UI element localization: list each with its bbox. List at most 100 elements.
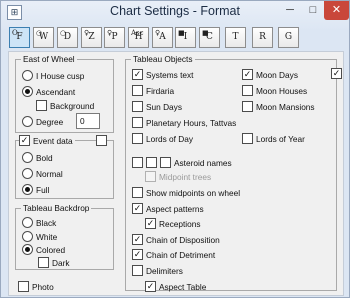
checkbox-icon[interactable] bbox=[242, 85, 253, 96]
checkbox-row[interactable]: Lords of Year bbox=[242, 133, 305, 146]
moon-days-extra-checkbox[interactable]: ✓ bbox=[331, 68, 342, 81]
checkbox-label: Aspect Table bbox=[159, 281, 207, 292]
c-icon[interactable]: C ■ bbox=[199, 27, 220, 48]
p-icon[interactable]: P ♀ bbox=[104, 27, 125, 48]
tableau-objects-title: Tableau Objects bbox=[131, 54, 195, 65]
asteroid-checkbox-1[interactable] bbox=[132, 157, 143, 168]
event-extra-checkbox[interactable] bbox=[96, 135, 107, 148]
radio-black[interactable]: Black bbox=[22, 217, 56, 230]
h-icon[interactable]: H Asc bbox=[128, 27, 149, 48]
radio-ascendant[interactable]: Ascendant bbox=[22, 86, 75, 99]
i-icon[interactable]: I ■ bbox=[175, 27, 196, 48]
checkbox-icon[interactable] bbox=[132, 133, 143, 144]
checkbox-label: Aspect patterns bbox=[146, 203, 204, 214]
checkbox-icon[interactable] bbox=[132, 85, 143, 96]
background-checkbox[interactable]: Background bbox=[36, 100, 94, 113]
radio-button-icon[interactable] bbox=[22, 152, 33, 163]
radio-label: Bold bbox=[36, 153, 53, 163]
checkbox-row[interactable]: Delimiters bbox=[132, 265, 183, 278]
checkbox-icon[interactable] bbox=[132, 117, 143, 128]
degree-input[interactable]: 0 bbox=[76, 113, 100, 129]
checkbox-row[interactable]: ✓ Moon Days bbox=[242, 69, 298, 82]
checkbox-row[interactable]: Moon Houses bbox=[242, 85, 307, 98]
checkbox-row[interactable]: Sun Days bbox=[132, 101, 182, 114]
radio-label: Black bbox=[36, 218, 57, 228]
minimize-button[interactable]: ─ bbox=[278, 1, 302, 20]
checkbox-icon[interactable] bbox=[242, 101, 253, 112]
checkbox-icon[interactable]: ✓ bbox=[132, 249, 143, 261]
radio-button-icon[interactable] bbox=[22, 70, 33, 81]
radio-button-icon[interactable] bbox=[22, 116, 33, 127]
toolbar-corner-mark: ○ bbox=[36, 29, 43, 37]
z-icon[interactable]: Z ♀ bbox=[81, 27, 102, 48]
checkbox-row[interactable]: ✓ Systems text bbox=[132, 69, 194, 82]
checkbox-icon[interactable]: ✓ bbox=[132, 202, 143, 214]
checkbox-icon[interactable] bbox=[36, 100, 47, 111]
radio-full[interactable]: Full bbox=[22, 184, 49, 197]
checkbox-icon[interactable]: ✓ bbox=[242, 69, 253, 80]
toolbar-corner-mark: ■ bbox=[202, 29, 209, 37]
checkbox-label: Moon Houses bbox=[256, 86, 308, 96]
checkbox-row[interactable]: Firdaria bbox=[132, 85, 174, 98]
checkbox-icon[interactable] bbox=[96, 135, 107, 146]
toolbar-corner-mark: ♀ bbox=[107, 29, 113, 37]
checkbox-icon[interactable]: ✓ bbox=[132, 69, 143, 80]
checkbox-row[interactable]: ✓ Aspect patterns bbox=[132, 202, 204, 216]
checkbox-icon[interactable]: ✓ bbox=[19, 135, 30, 146]
checkbox-label: Firdaria bbox=[146, 86, 175, 96]
radio-label: White bbox=[36, 232, 58, 242]
radio-bold[interactable]: Bold bbox=[22, 152, 53, 165]
close-button[interactable]: ✕ bbox=[324, 1, 349, 20]
checkbox-row[interactable]: Moon Mansions bbox=[242, 101, 315, 114]
checkbox-icon[interactable] bbox=[18, 281, 29, 292]
checkbox-icon[interactable] bbox=[132, 265, 143, 276]
photo-checkbox[interactable]: Photo bbox=[18, 281, 54, 294]
radio-white[interactable]: White bbox=[22, 231, 57, 244]
checkbox-row[interactable]: ✓ Aspect Table bbox=[145, 280, 207, 294]
checkbox-row[interactable]: Lords of Day bbox=[132, 133, 193, 146]
radio-button-icon[interactable] bbox=[22, 244, 33, 255]
checkbox-row[interactable]: Show midpoints on wheel bbox=[132, 187, 240, 200]
checkbox-label: Show midpoints on wheel bbox=[146, 188, 241, 198]
t-icon[interactable]: T bbox=[225, 27, 246, 48]
radio-i-house-cusp[interactable]: I House cusp bbox=[22, 70, 84, 83]
asteroid-checkbox-2[interactable] bbox=[146, 157, 157, 168]
radio-button-icon[interactable] bbox=[22, 168, 33, 179]
radio-button-icon[interactable] bbox=[22, 217, 33, 228]
title-bar[interactable]: ⊞ Chart Settings - Format ─ □ ✕ bbox=[1, 1, 349, 25]
radio-label: Full bbox=[36, 185, 50, 195]
r-icon[interactable]: R bbox=[252, 27, 273, 48]
checkbox-row[interactable]: ✓ Chain of Disposition bbox=[132, 233, 220, 247]
radio-normal[interactable]: Normal bbox=[22, 168, 63, 181]
checkbox-row[interactable]: ✓ Receptions bbox=[145, 218, 201, 231]
radio-button-icon[interactable] bbox=[22, 184, 33, 195]
radio-colored[interactable]: Colored bbox=[22, 244, 65, 257]
radio-degree[interactable]: Degree bbox=[22, 116, 63, 129]
checkbox-icon[interactable] bbox=[38, 257, 49, 268]
format-icon[interactable]: FO bbox=[9, 27, 30, 48]
checkbox-icon[interactable] bbox=[242, 133, 253, 144]
checkbox-label: Receptions bbox=[159, 219, 201, 230]
asteroid-checkbox-3[interactable] bbox=[160, 157, 171, 168]
maximize-button[interactable]: □ bbox=[302, 1, 324, 20]
checkbox-icon[interactable] bbox=[132, 187, 143, 198]
checkbox-row[interactable]: ✓ Chain of Detriment bbox=[132, 249, 215, 262]
wheel-icon[interactable]: W ○ bbox=[33, 27, 54, 48]
event-data-checkbox[interactable]: ✓ Event data bbox=[19, 135, 75, 148]
radio-button-icon[interactable] bbox=[22, 86, 33, 97]
radio-button-icon[interactable] bbox=[22, 231, 33, 242]
checkbox-icon[interactable] bbox=[132, 101, 143, 112]
d-icon[interactable]: D ○ bbox=[57, 27, 78, 48]
checkbox-label: Systems text bbox=[146, 70, 194, 80]
a-icon[interactable]: A ♀ bbox=[152, 27, 173, 48]
checkbox-icon[interactable]: ✓ bbox=[331, 68, 342, 79]
dialog-body: East of Wheel I House cusp Ascendant Bac… bbox=[8, 51, 344, 296]
g-icon[interactable]: G bbox=[278, 27, 299, 48]
checkbox-label: Delimiters bbox=[146, 266, 183, 276]
checkbox-row[interactable]: Planetary Hours, Tattvas bbox=[132, 117, 236, 130]
checkbox-icon[interactable]: ✓ bbox=[132, 233, 143, 245]
checkbox-icon[interactable]: ✓ bbox=[145, 218, 156, 230]
dark-checkbox[interactable]: Dark bbox=[38, 257, 70, 270]
checkbox-icon[interactable]: ✓ bbox=[145, 280, 156, 292]
toolbar-corner-mark: ♀ bbox=[84, 29, 90, 37]
